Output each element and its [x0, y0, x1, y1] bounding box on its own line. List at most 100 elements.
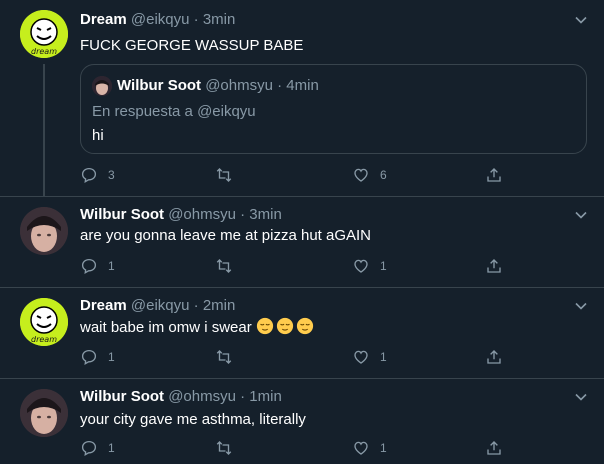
share-icon	[487, 441, 501, 455]
share-button[interactable]	[485, 165, 503, 185]
separator: ·	[189, 11, 203, 28]
display-name[interactable]: Wilbur Soot	[80, 388, 164, 405]
heart-icon	[354, 168, 368, 182]
share-button[interactable]	[485, 438, 503, 458]
tweet-2[interactable]: Wilbur Soot @ohmsyu · 3min are you gonna…	[0, 197, 604, 287]
tweet-3[interactable]: dream Dream @eikqyu · 2min wait babe im …	[0, 288, 604, 378]
relieved-face-emoji-icon	[256, 317, 274, 335]
wilbur-avatar-icon	[20, 389, 68, 437]
chevron-down-icon[interactable]	[574, 208, 588, 222]
avatar[interactable]	[20, 389, 68, 437]
retweet-icon	[216, 259, 232, 273]
timestamp[interactable]: 3min	[249, 206, 282, 223]
chevron-down-icon[interactable]	[574, 13, 588, 27]
share-icon	[487, 168, 501, 182]
like-count: 6	[380, 168, 387, 182]
like-button[interactable]: 1	[352, 438, 387, 458]
wilbur-avatar-icon	[20, 207, 68, 255]
timestamp[interactable]: 1min	[249, 388, 282, 405]
like-button[interactable]: 1	[352, 256, 387, 276]
avatar[interactable]: dream	[20, 298, 68, 346]
like-count: 1	[380, 441, 387, 455]
quote-timestamp: 4min	[286, 77, 319, 94]
reply-to-label: En respuesta a @eikqyu	[92, 103, 256, 120]
tweet-header: Dream @eikqyu · 3min	[80, 10, 235, 30]
wilbur-avatar-icon	[92, 76, 112, 96]
relieved-face-emoji-icon	[276, 317, 294, 335]
reply-button[interactable]: 3	[80, 165, 115, 185]
display-name[interactable]: Wilbur Soot	[80, 206, 164, 223]
heart-icon	[354, 441, 368, 455]
tweet-text: FUCK GEORGE WASSUP BABE	[80, 37, 304, 54]
chevron-down-icon[interactable]	[574, 390, 588, 404]
thread-line	[43, 64, 45, 196]
dream-logo-icon: dream	[20, 298, 68, 346]
like-count: 1	[380, 259, 387, 273]
dream-logo-icon: dream	[20, 10, 68, 58]
retweet-icon	[216, 350, 232, 364]
share-button[interactable]	[485, 347, 503, 367]
share-icon	[487, 350, 501, 364]
reply-icon	[81, 258, 97, 275]
tweet-text: are you gonna leave me at pizza hut aGAI…	[80, 227, 372, 244]
retweet-button[interactable]	[215, 256, 233, 276]
share-button[interactable]	[485, 256, 503, 276]
reply-button[interactable]: 1	[80, 256, 115, 276]
retweet-icon	[216, 168, 232, 182]
relieved-face-emoji-icon	[296, 317, 314, 335]
username[interactable]: @eikqyu	[131, 297, 190, 314]
separator: ·	[235, 206, 250, 223]
svg-text:dream: dream	[31, 335, 57, 344]
display-name[interactable]: Dream	[80, 11, 127, 28]
tweet-actions: 1 1	[80, 347, 504, 367]
quote-avatar	[92, 76, 112, 96]
retweet-button[interactable]	[215, 347, 233, 367]
separator: ·	[189, 297, 203, 314]
reply-button[interactable]: 1	[80, 347, 115, 367]
avatar[interactable]	[20, 207, 68, 255]
tweet-text-row: wait babe im omw i swear	[80, 317, 316, 338]
timestamp[interactable]: 2min	[203, 297, 236, 314]
username[interactable]: @ohmsyu	[168, 206, 236, 223]
like-button[interactable]: 1	[352, 347, 387, 367]
reply-icon	[81, 167, 97, 184]
heart-icon	[354, 350, 368, 364]
retweet-icon	[216, 441, 232, 455]
tweet-header: Dream @eikqyu · 2min	[80, 296, 235, 316]
tweet-4[interactable]: Wilbur Soot @ohmsyu · 1min your city gav…	[0, 379, 604, 464]
username[interactable]: @ohmsyu	[168, 388, 236, 405]
quote-header: Wilbur Soot @ohmsyu · 4min	[117, 76, 319, 96]
avatar[interactable]: dream	[20, 10, 68, 58]
quoted-tweet[interactable]: Wilbur Soot @ohmsyu · 4min En respuesta …	[80, 64, 587, 154]
tweet-actions: 1 1	[80, 256, 504, 276]
display-name[interactable]: Dream	[80, 297, 127, 314]
reply-count: 3	[108, 168, 115, 182]
separator: ·	[272, 77, 287, 94]
tweet-header: Wilbur Soot @ohmsyu · 1min	[80, 387, 282, 407]
timestamp[interactable]: 3min	[203, 11, 236, 28]
reply-count: 1	[108, 350, 115, 364]
reply-icon	[81, 349, 97, 366]
tweet-1[interactable]: dream Dream @eikqyu · 3min FUCK GEORGE W…	[0, 0, 604, 196]
tweet-header: Wilbur Soot @ohmsyu · 3min	[80, 205, 282, 225]
svg-text:dream: dream	[31, 47, 57, 56]
chevron-down-icon[interactable]	[574, 299, 588, 313]
quote-username: @ohmsyu	[205, 77, 273, 94]
retweet-button[interactable]	[215, 165, 233, 185]
reply-count: 1	[108, 259, 115, 273]
separator: ·	[235, 388, 250, 405]
quote-display-name: Wilbur Soot	[117, 77, 202, 94]
tweet-text: wait babe im omw i swear	[80, 319, 252, 336]
retweet-button[interactable]	[215, 438, 233, 458]
like-button[interactable]: 6	[352, 165, 387, 185]
tweet-actions: 3 6	[80, 165, 504, 185]
tweet-text: your city gave me asthma, literally	[80, 411, 306, 428]
reply-button[interactable]: 1	[80, 438, 115, 458]
reply-icon	[81, 440, 97, 457]
tweet-actions: 1 1	[80, 438, 504, 458]
share-icon	[487, 259, 501, 273]
quote-text: hi	[92, 127, 104, 144]
username[interactable]: @eikqyu	[131, 11, 190, 28]
emoji-group	[256, 317, 316, 336]
reply-count: 1	[108, 441, 115, 455]
